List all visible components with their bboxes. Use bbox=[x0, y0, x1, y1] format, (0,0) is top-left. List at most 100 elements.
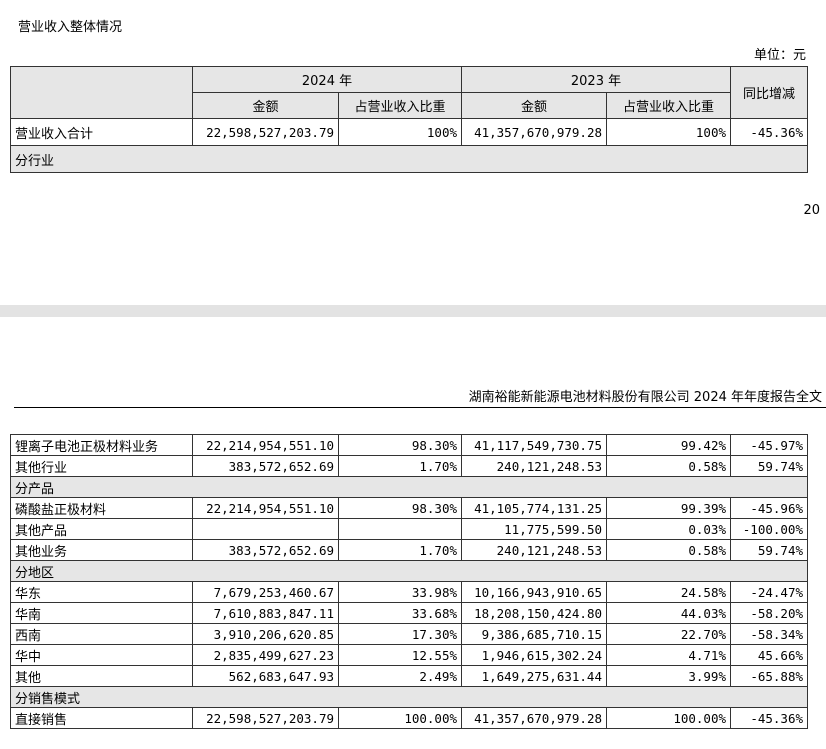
amount-2023: 10,166,943,910.65 bbox=[461, 581, 607, 603]
share-2023: 3.99% bbox=[606, 665, 731, 687]
yoy-change: 59.74% bbox=[730, 539, 808, 561]
row-label: 西南 bbox=[10, 623, 193, 645]
table-group-row: 分地区 bbox=[10, 560, 808, 582]
yoy-change: 45.66% bbox=[730, 644, 808, 666]
revenue-table-top: 2024 年 2023 年 同比增减 金额 占营业收入比重 金额 占营业收入比重… bbox=[10, 66, 808, 173]
table-row: 其他行业 383,572,652.69 1.70% 240,121,248.53 0.5… bbox=[10, 455, 808, 477]
page-number: 20 bbox=[803, 203, 820, 218]
row-label: 华中 bbox=[10, 644, 193, 666]
share-2024: 98.30% bbox=[338, 434, 462, 456]
share-2023: 44.03% bbox=[606, 602, 731, 624]
amount-2024 bbox=[192, 518, 339, 540]
table-row: 西南 3,910,206,620.85 17.30% 9,386,685,710.15… bbox=[10, 623, 808, 645]
share-2023: 0.03% bbox=[606, 518, 731, 540]
header-year-2024: 2024 年 bbox=[192, 66, 462, 93]
row-label: 直接销售 bbox=[10, 707, 193, 729]
table-row: 其他 562,683,647.93 2.49% 1,649,275,631.44 3.9… bbox=[10, 665, 808, 687]
yoy-change: -100.00% bbox=[730, 518, 808, 540]
amount-2023: 41,357,670,979.28 bbox=[461, 707, 607, 729]
amount-2024: 7,610,883,847.11 bbox=[192, 602, 339, 624]
row-label: 锂离子电池正极材料业务 bbox=[10, 434, 193, 456]
amount-2023: 9,386,685,710.15 bbox=[461, 623, 607, 645]
group-label: 分地区 bbox=[10, 560, 808, 582]
yoy-change: -58.20% bbox=[730, 602, 808, 624]
share-2024 bbox=[338, 518, 462, 540]
share-2024: 2.49% bbox=[338, 665, 462, 687]
share-2023: 0.58% bbox=[606, 455, 731, 477]
page-break bbox=[0, 305, 826, 317]
table-row: 华东 7,679,253,460.67 33.98% 10,166,943,910.6… bbox=[10, 581, 808, 603]
header-yoy: 同比增减 bbox=[730, 66, 808, 119]
share-2024: 17.30% bbox=[338, 623, 462, 645]
amount-2024: 22,214,954,551.10 bbox=[192, 434, 339, 456]
yoy-change: 59.74% bbox=[730, 455, 808, 477]
amount-2023: 18,208,150,424.80 bbox=[461, 602, 607, 624]
row-label: 其他产品 bbox=[10, 518, 193, 540]
section-title: 营业收入整体情况 bbox=[18, 20, 123, 35]
yoy-change: -58.34% bbox=[730, 623, 808, 645]
share-2023: 24.58% bbox=[606, 581, 731, 603]
share-2023: 99.42% bbox=[606, 434, 731, 456]
share-2024: 98.30% bbox=[338, 497, 462, 519]
amount-2023: 240,121,248.53 bbox=[461, 539, 607, 561]
header-amount-2023: 金额 bbox=[461, 92, 607, 119]
amount-2023: 240,121,248.53 bbox=[461, 455, 607, 477]
yoy-change: -65.88% bbox=[730, 665, 808, 687]
revenue-table-bottom: 锂离子电池正极材料业务 22,214,954,551.10 98.30% 41,117… bbox=[10, 434, 808, 729]
row-label: 磷酸盐正极材料 bbox=[10, 497, 193, 519]
table-row-total: 营业收入合计 22,598,527,203.79 100% 41,357,670… bbox=[10, 118, 808, 146]
share-2024: 1.70% bbox=[338, 455, 462, 477]
share-2024: 33.98% bbox=[338, 581, 462, 603]
amount-2023: 1,649,275,631.44 bbox=[461, 665, 607, 687]
amount-2023: 11,775,599.50 bbox=[461, 518, 607, 540]
yoy-change: -45.36% bbox=[730, 707, 808, 729]
table-row: 其他业务 383,572,652.69 1.70% 240,121,248.53 0.5… bbox=[10, 539, 808, 561]
row-label: 华东 bbox=[10, 581, 193, 603]
group-label: 分产品 bbox=[10, 476, 808, 498]
group-label: 分行业 bbox=[10, 145, 808, 173]
header-share-2024: 占营业收入比重 bbox=[338, 92, 462, 119]
row-label: 其他业务 bbox=[10, 539, 193, 561]
table-row: 其他产品 11,775,599.50 0.03% -100.00% bbox=[10, 518, 808, 540]
amount-2024: 22,598,527,203.79 bbox=[192, 118, 339, 146]
amount-2024: 562,683,647.93 bbox=[192, 665, 339, 687]
table-group-row: 分销售模式 bbox=[10, 686, 808, 708]
row-label: 华南 bbox=[10, 602, 193, 624]
table-row: 直接销售 22,598,527,203.79 100.00% 41,357,670,9… bbox=[10, 707, 808, 729]
table-row: 华南 7,610,883,847.11 33.68% 18,208,150,424.8… bbox=[10, 602, 808, 624]
header-amount-2024: 金额 bbox=[192, 92, 339, 119]
amount-2023: 41,105,774,131.25 bbox=[461, 497, 607, 519]
amount-2024: 7,679,253,460.67 bbox=[192, 581, 339, 603]
share-2023: 0.58% bbox=[606, 539, 731, 561]
amount-2024: 383,572,652.69 bbox=[192, 539, 339, 561]
yoy-change: -45.96% bbox=[730, 497, 808, 519]
header-share-2023: 占营业收入比重 bbox=[606, 92, 731, 119]
header-item-blank bbox=[10, 66, 193, 119]
table-row: 华中 2,835,499,627.23 12.55% 1,946,615,302.24… bbox=[10, 644, 808, 666]
table-row: 磷酸盐正极材料 22,214,954,551.10 98.30% 41,105,774… bbox=[10, 497, 808, 519]
share-2023: 4.71% bbox=[606, 644, 731, 666]
group-label: 分销售模式 bbox=[10, 686, 808, 708]
amount-2024: 383,572,652.69 bbox=[192, 455, 339, 477]
table-group-row: 分行业 bbox=[10, 145, 808, 173]
report-header: 湖南裕能新能源电池材料股份有限公司 2024 年年度报告全文 bbox=[468, 390, 822, 405]
amount-2023: 41,357,670,979.28 bbox=[461, 118, 607, 146]
amount-2024: 3,910,206,620.85 bbox=[192, 623, 339, 645]
share-2024: 1.70% bbox=[338, 539, 462, 561]
table-row: 锂离子电池正极材料业务 22,214,954,551.10 98.30% 41,117… bbox=[10, 434, 808, 456]
header-rule bbox=[14, 407, 826, 408]
amount-2023: 1,946,615,302.24 bbox=[461, 644, 607, 666]
amount-2024: 22,598,527,203.79 bbox=[192, 707, 339, 729]
share-2023: 22.70% bbox=[606, 623, 731, 645]
row-label: 营业收入合计 bbox=[10, 118, 193, 146]
row-label: 其他 bbox=[10, 665, 193, 687]
unit-label: 单位：元 bbox=[753, 48, 806, 63]
yoy-change: -45.97% bbox=[730, 434, 808, 456]
amount-2023: 41,117,549,730.75 bbox=[461, 434, 607, 456]
share-2024: 33.68% bbox=[338, 602, 462, 624]
amount-2024: 2,835,499,627.23 bbox=[192, 644, 339, 666]
share-2023: 100% bbox=[606, 118, 731, 146]
share-2024: 12.55% bbox=[338, 644, 462, 666]
yoy-change: -24.47% bbox=[730, 581, 808, 603]
share-2023: 100.00% bbox=[606, 707, 731, 729]
